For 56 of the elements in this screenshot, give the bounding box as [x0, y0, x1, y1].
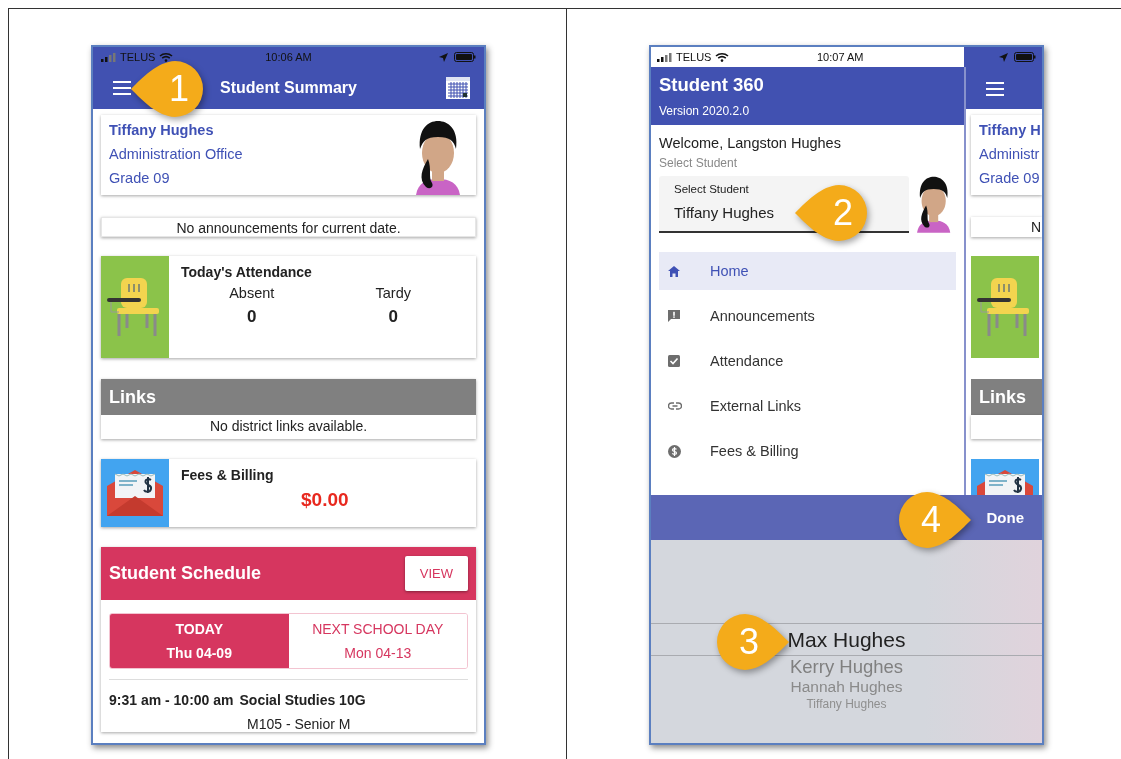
battery-icon	[454, 52, 476, 62]
location-icon	[999, 52, 1008, 62]
wifi-icon	[715, 52, 730, 62]
announcement-message: No announcements for current date.	[101, 217, 476, 237]
signal-icon	[657, 52, 672, 62]
nav-item[interactable]: Announcements	[659, 297, 956, 335]
app-title: Student Summary	[220, 79, 357, 97]
envelope-icon	[107, 468, 163, 518]
view-button[interactable]: VIEW	[404, 556, 468, 591]
signal-icon	[101, 52, 116, 62]
carrier-name: TELUS	[676, 51, 712, 63]
school-name: Administration Office	[109, 145, 243, 164]
student-name: Tiffany Hughes	[109, 121, 215, 140]
course-name: Social Studies 10G	[239, 692, 366, 708]
links-header: Links	[971, 379, 1042, 415]
nav-item[interactable]: Home	[659, 252, 956, 290]
school-name: Administr	[979, 145, 1041, 164]
attendance-label: Absent	[228, 285, 276, 301]
attendance-count: 0	[246, 307, 258, 327]
version-label: Version 2020.2.0	[659, 104, 751, 118]
select-hint: Select Student	[659, 156, 739, 170]
grade-label: Grade 09	[979, 169, 1041, 188]
nav-item[interactable]: Attendance	[659, 342, 956, 380]
class-time: 9:31 am - 10:00 am	[109, 692, 234, 708]
links-message: No district links available.	[208, 417, 369, 436]
student-name: Tiffany H	[979, 121, 1042, 140]
schedule-title: Student Schedule	[109, 563, 261, 584]
status-time: 10:07 AM	[817, 51, 864, 63]
day-tab[interactable]: TODAY Thu 04-09	[110, 614, 289, 668]
attendance-label: Tardy	[374, 285, 412, 301]
welcome-text: Welcome, Langston Hughes	[659, 135, 842, 151]
nav-item[interactable]: External Links	[659, 387, 956, 425]
home-icon	[668, 265, 680, 277]
app-name: Student 360	[659, 74, 765, 96]
checkbox-icon	[668, 355, 680, 367]
location-icon	[439, 52, 448, 62]
carrier-name: TELUS	[120, 51, 156, 63]
room-label: M105 - Senior M	[247, 716, 352, 732]
fees-title: Fees & Billing	[181, 467, 275, 483]
announcement-message: N	[971, 217, 1042, 237]
done-button[interactable]: Done	[980, 505, 1030, 530]
calendar-icon[interactable]	[446, 77, 470, 99]
dollar-icon	[668, 444, 681, 458]
wifi-icon	[159, 52, 174, 62]
fees-amount: $0.00	[301, 489, 350, 511]
grade-label: Grade 09	[109, 169, 171, 188]
menu-icon[interactable]	[113, 81, 131, 95]
attendance-count: 0	[387, 307, 399, 327]
status-time: 10:06 AM	[265, 51, 312, 63]
message-icon	[668, 310, 680, 322]
link-icon	[668, 402, 682, 410]
nav-item[interactable]: Fees & Billing	[659, 432, 956, 470]
menu-icon[interactable]	[986, 82, 1004, 96]
battery-icon	[1014, 52, 1036, 62]
attendance-title: Today's Attendance	[181, 264, 313, 280]
links-header: Links	[101, 379, 476, 415]
